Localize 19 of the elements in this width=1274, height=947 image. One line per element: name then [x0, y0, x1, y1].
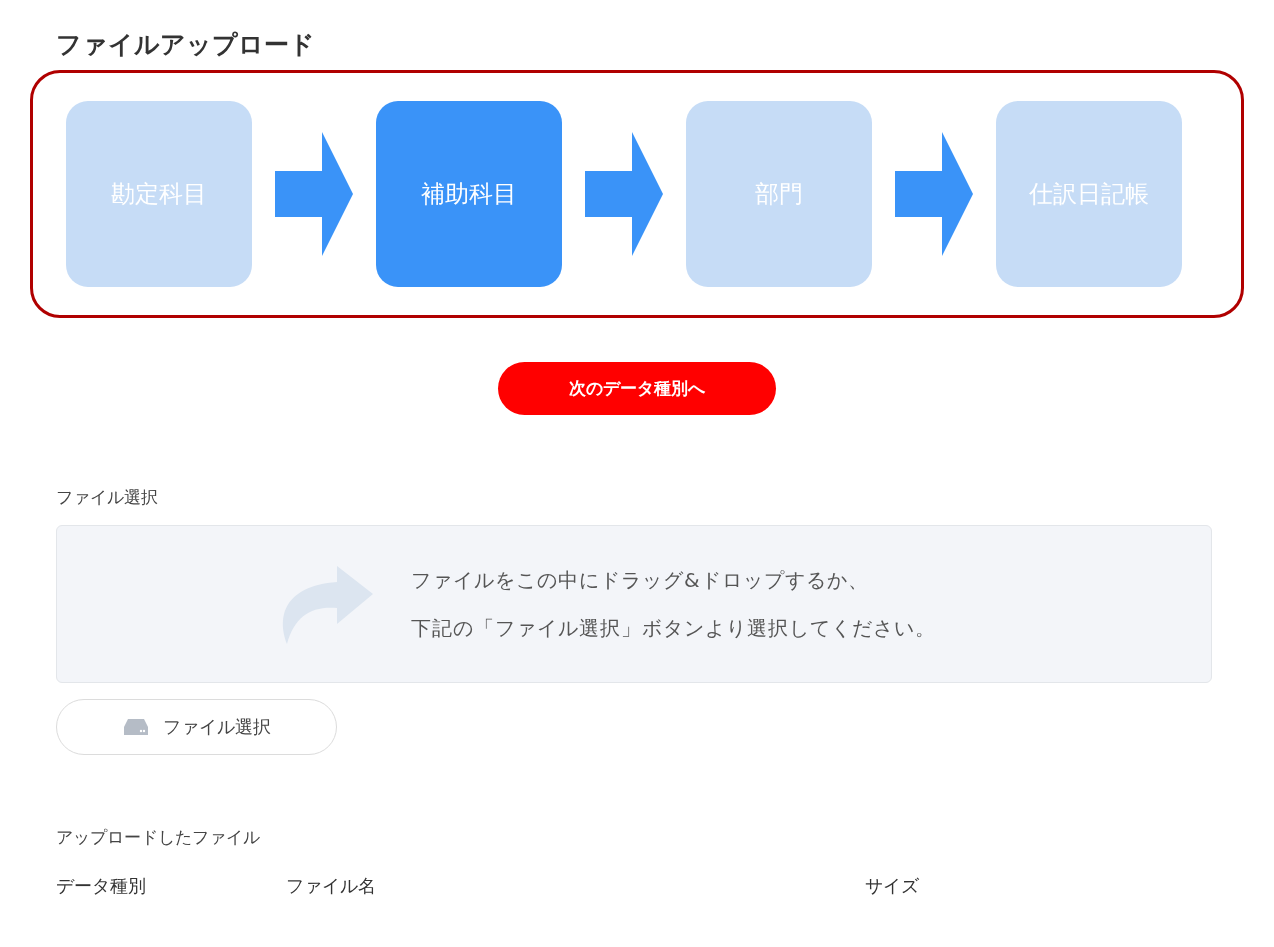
step-card: 部門	[686, 101, 872, 287]
drop-instruction: 下記の「ファイル選択」ボタンより選択してください。	[411, 614, 936, 642]
file-select-button[interactable]: ファイル選択	[56, 698, 337, 755]
column-header: サイズ	[865, 874, 920, 898]
arrow-icon	[585, 132, 663, 256]
arrow-icon	[275, 132, 353, 256]
page-title: ファイルアップロード	[56, 29, 316, 61]
section-label: アップロードしたファイル	[56, 825, 261, 849]
column-header: データ種別	[56, 874, 147, 898]
step-card: 勘定科目	[66, 101, 252, 287]
drop-zone[interactable]: ファイルをこの中にドラッグ&ドロップするか、 下記の「ファイル選択」ボタンより選択してください。	[56, 524, 1212, 683]
step-card: 補助科目	[376, 101, 562, 287]
drive-icon	[122, 717, 149, 736]
column-header: ファイル名	[286, 874, 377, 898]
section-label: ファイル選択	[56, 486, 159, 509]
step-card: 仕訳日記帳	[996, 101, 1182, 287]
arrow-icon	[895, 132, 973, 256]
next-data-type-button[interactable]: 次のデータ種別へ	[498, 362, 776, 415]
drop-instruction: ファイルをこの中にドラッグ&ドロップするか、	[411, 566, 870, 594]
